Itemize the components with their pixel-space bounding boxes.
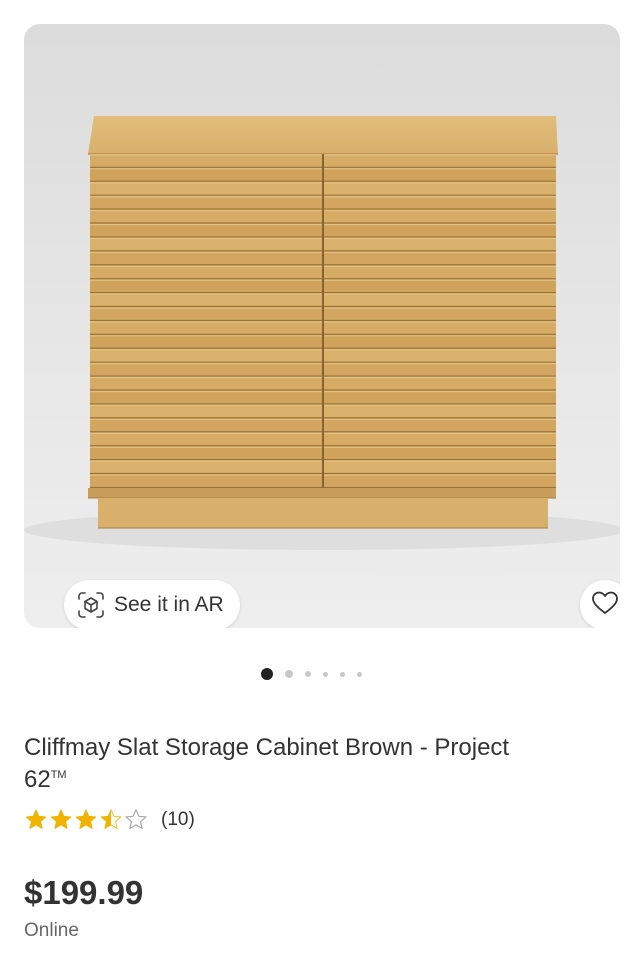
carousel-dot-5[interactable] <box>340 671 345 677</box>
product-image <box>24 116 620 550</box>
carousel-dot-4[interactable] <box>323 671 328 677</box>
availability-label: Online <box>24 920 79 941</box>
star-icon <box>75 809 97 829</box>
rating-summary[interactable]: (10) <box>24 808 195 832</box>
product-price: $199.99 <box>24 874 144 911</box>
product-title-text: Cliffmay Slat Storage Cabinet Brown - Pr… <box>24 734 510 793</box>
carousel-dot-3[interactable] <box>305 671 311 677</box>
star-icon <box>125 809 147 830</box>
carousel-dot-1[interactable] <box>261 668 273 680</box>
star-rating <box>24 808 149 832</box>
product-image-card[interactable]: See it in AR <box>24 24 620 628</box>
favorite-button[interactable] <box>580 580 620 628</box>
star-icon <box>25 809 47 829</box>
product-page: See it in AR Cliffmay Slat Storage Cabin… <box>0 0 644 960</box>
star-icon <box>100 809 122 829</box>
review-count[interactable]: (10) <box>161 809 195 831</box>
carousel-indicator[interactable] <box>261 668 374 680</box>
ar-cube-icon <box>76 590 106 620</box>
carousel-dot-2[interactable] <box>285 670 293 678</box>
star-icon <box>50 809 72 829</box>
see-in-ar-label: See it in AR <box>114 593 224 616</box>
trademark-symbol: TM <box>50 769 67 781</box>
see-in-ar-button[interactable]: See it in AR <box>64 580 240 628</box>
heart-outline-icon <box>591 590 619 621</box>
product-title: Cliffmay Slat Storage Cabinet Brown - Pr… <box>24 732 544 796</box>
carousel-dot-6[interactable] <box>357 671 362 677</box>
